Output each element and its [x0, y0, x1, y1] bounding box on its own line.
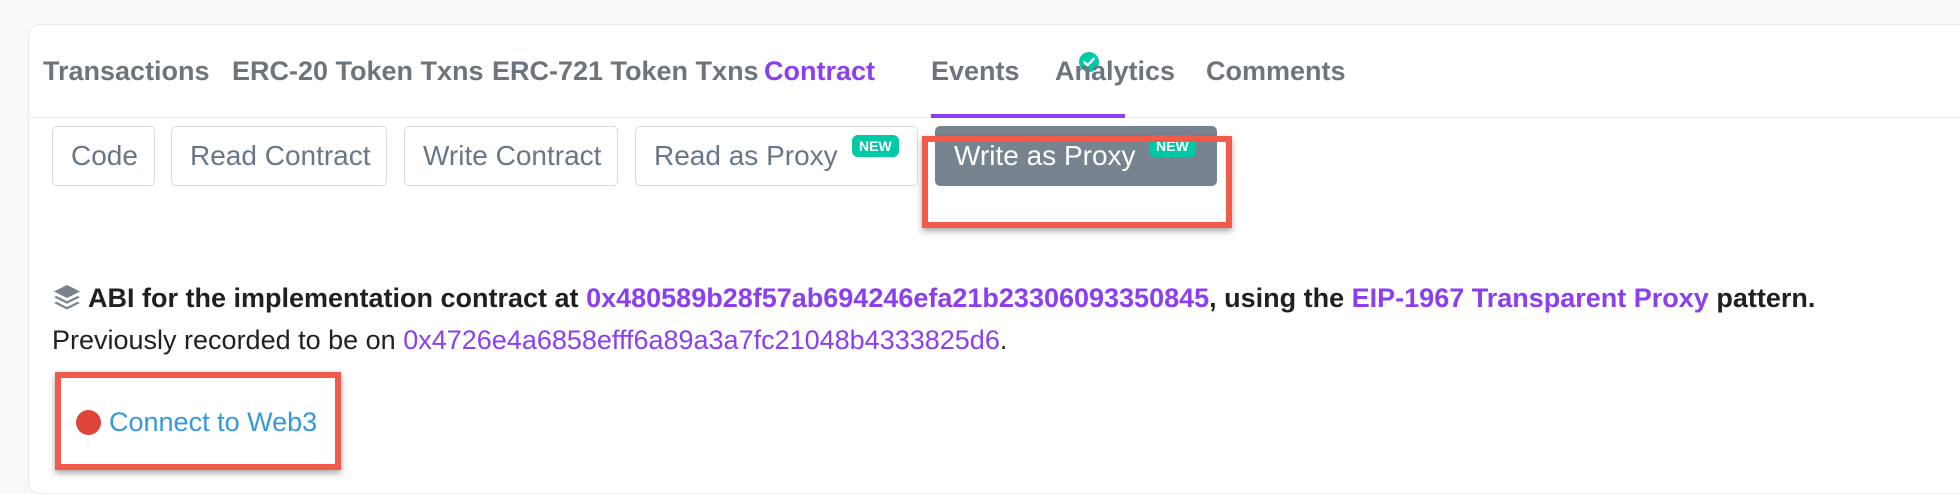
abi-suffix-text: pattern.	[1716, 283, 1816, 313]
implementation-address-link[interactable]: 0x480589b28f57ab694246efa21b233060933508…	[586, 283, 1209, 313]
contract-card: Transactions ERC-20 Token Txns ERC-721 T…	[28, 24, 1960, 494]
write-as-proxy-label: Write as Proxy	[954, 140, 1136, 171]
tab-transactions[interactable]: Transactions	[43, 25, 210, 117]
write-contract-button[interactable]: Write Contract	[404, 126, 618, 186]
new-badge: NEW	[852, 135, 899, 157]
tab-erc721-token-txns[interactable]: ERC-721 Token Txns	[492, 25, 759, 117]
proxy-pattern-link[interactable]: EIP-1967 Transparent Proxy	[1352, 283, 1709, 313]
active-tab-indicator	[931, 114, 1125, 118]
previous-suffix-text: .	[999, 325, 1008, 355]
tab-bar: Transactions ERC-20 Token Txns ERC-721 T…	[29, 25, 1960, 118]
code-button[interactable]: Code	[52, 126, 155, 186]
previous-prefix-text: Previously recorded to be on	[52, 325, 396, 355]
connect-label: Connect to Web3	[109, 407, 318, 437]
previous-address-link[interactable]: 0x4726e4a6858efff6a89a3a7fc21048b4333825…	[403, 325, 1000, 355]
red-dot-icon	[76, 410, 101, 435]
layer-group-icon	[54, 285, 80, 310]
tab-erc20-token-txns[interactable]: ERC-20 Token Txns	[232, 25, 484, 117]
abi-info-line: ABI for the implementation contract at 0…	[52, 278, 1815, 318]
abi-middle-text: , using the	[1209, 283, 1345, 313]
tab-events[interactable]: Events	[931, 25, 1020, 117]
tab-contract[interactable]: Contract	[764, 25, 875, 117]
read-contract-button[interactable]: Read Contract	[171, 126, 387, 186]
previous-address-line: Previously recorded to be on 0x4726e4a68…	[52, 320, 1007, 360]
read-as-proxy-button[interactable]: Read as Proxy NEW	[635, 126, 918, 186]
write-as-proxy-button[interactable]: Write as Proxy NEW	[935, 126, 1217, 186]
tab-analytics[interactable]: Analytics	[1055, 25, 1175, 117]
connect-to-web3-button[interactable]: Connect to Web3	[76, 402, 317, 442]
tab-comments[interactable]: Comments	[1206, 25, 1346, 117]
abi-prefix-text: ABI for the implementation contract at	[88, 283, 579, 313]
read-as-proxy-label: Read as Proxy	[654, 140, 838, 171]
new-badge: NEW	[1149, 135, 1196, 157]
